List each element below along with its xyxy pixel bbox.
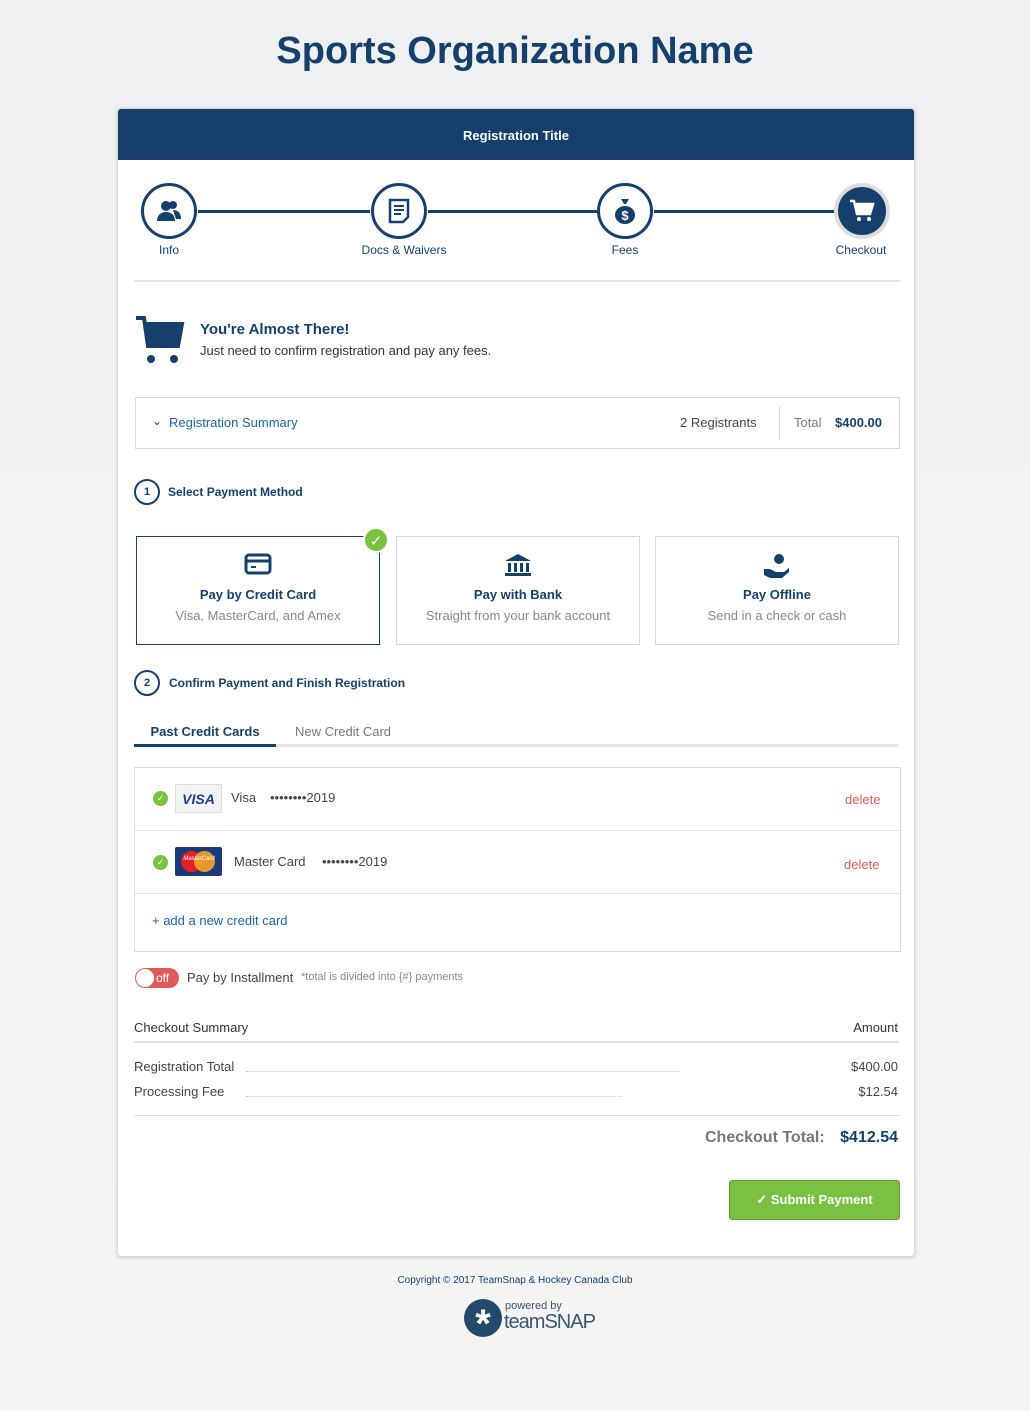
mastercard-logo-text: MasterCard (183, 856, 215, 862)
step-fees[interactable]: $ (597, 183, 653, 239)
svg-text:$: $ (621, 208, 629, 223)
pay-bank-option[interactable]: Pay with Bank Straight from your bank ac… (396, 536, 640, 645)
checkout-total-label: Checkout Total: (705, 1129, 825, 1146)
card-brand: Visa (231, 790, 257, 805)
delete-card-link[interactable]: delete (844, 857, 879, 872)
teamsnap-logo-icon: * (464, 1299, 502, 1346)
divider (134, 280, 900, 282)
teamsnap-brand: teamSNAP (504, 1311, 596, 1333)
installment-label: Pay by Installment (187, 970, 294, 985)
amount-header: Amount (853, 1020, 898, 1035)
leader-dots (246, 1071, 680, 1072)
method-subtitle: Visa, MasterCard, and Amex (175, 608, 341, 623)
step-connector (428, 210, 598, 213)
cart-icon (850, 199, 875, 221)
checkout-summary-title: Checkout Summary (134, 1020, 249, 1035)
checkout-total-value: $412.54 (840, 1129, 898, 1146)
card-brand: Master Card (234, 854, 306, 869)
divider (779, 406, 780, 440)
money-bag-icon: $ (615, 199, 635, 224)
method-subtitle: Send in a check or cash (707, 608, 847, 623)
org-name: Sports Organization Name (276, 30, 754, 72)
installment-note: *total is divided into {#} payments (301, 971, 464, 983)
divider (134, 1041, 899, 1043)
card-number: ••••••••2019 (322, 854, 388, 869)
step-number: 1 (134, 479, 160, 505)
divider (134, 1115, 899, 1116)
step-number: 2 (134, 670, 160, 696)
step-label: Fees (611, 243, 639, 257)
users-icon (157, 201, 181, 221)
row-label: Registration Total (134, 1059, 235, 1074)
chevron-down-icon: ⌄ (152, 414, 163, 428)
copyright: Copyright © 2017 TeamSnap & Hockey Canad… (397, 1275, 633, 1286)
step-connector (198, 210, 370, 213)
method-title: Pay with Bank (473, 587, 563, 602)
toggle-state: off (156, 971, 170, 985)
selected-check-icon: ✓ (363, 527, 389, 553)
tab-new-credit-card[interactable]: New Credit Card (278, 724, 408, 739)
step-connector (654, 210, 836, 213)
registrants-count: 2 Registrants (680, 415, 757, 430)
registration-summary[interactable]: ⌄ Registration Summary 2 Registrants Tot… (135, 397, 900, 449)
saved-cards-list: ✓ VISA Visa ••••••••2019 delete ✓ Master… (134, 767, 901, 952)
pay-offline-option[interactable]: Pay Offline Send in a check or cash (655, 536, 899, 645)
total-value: $400.00 (835, 415, 882, 430)
row-label: Processing Fee (134, 1084, 225, 1099)
intro-title: You're Almost There! (200, 321, 350, 338)
mastercard-logo: MasterCard (175, 847, 222, 876)
check-icon: ✓ (153, 791, 168, 806)
document-icon (388, 198, 410, 224)
section-title: Confirm Payment and Finish Registration (169, 676, 406, 690)
bank-icon (505, 554, 531, 576)
summary-toggle[interactable]: Registration Summary (169, 415, 298, 430)
total-label: Total (794, 415, 822, 430)
row-value: $12.54 (858, 1084, 898, 1099)
step-label: Checkout (835, 243, 887, 257)
check-icon: ✓ (756, 1192, 768, 1207)
step-checkout[interactable] (834, 183, 890, 239)
card-number: ••••••••2019 (270, 790, 336, 805)
registration-card: Registration Title Info Docs & Waivers $… (117, 108, 915, 1257)
method-title: Pay by Credit Card (199, 587, 317, 602)
card-row[interactable]: ✓ VISA Visa ••••••••2019 delete (135, 768, 900, 831)
method-subtitle: Straight from your bank account (425, 608, 611, 623)
cart-icon (136, 316, 185, 363)
card-row[interactable]: ✓ MasterCard Master Card ••••••••2019 de… (135, 831, 900, 894)
check-icon: ✓ (153, 855, 168, 870)
row-value: $400.00 (851, 1059, 898, 1074)
installment-toggle[interactable]: off (135, 968, 179, 988)
visa-logo: VISA (175, 784, 222, 813)
pay-credit-card-option[interactable]: Pay by Credit Card Visa, MasterCard, and… (136, 536, 380, 645)
intro-subtitle: Just need to confirm registration and pa… (200, 343, 492, 358)
step-label: Info (158, 243, 179, 257)
step-info[interactable] (141, 183, 197, 239)
registration-title: Registration Title (118, 109, 914, 160)
step-docs[interactable] (371, 183, 427, 239)
tab-past-credit-cards[interactable]: Past Credit Cards (134, 724, 276, 747)
hand-money-icon (764, 554, 789, 578)
credit-card-icon (244, 553, 272, 575)
section-title: Select Payment Method (168, 485, 303, 499)
leader-dots (246, 1096, 622, 1097)
method-title: Pay Offline (743, 587, 811, 602)
step-label: Docs & Waivers (361, 243, 447, 257)
delete-card-link[interactable]: delete (845, 792, 880, 807)
add-credit-card-link[interactable]: + add a new credit card (152, 913, 288, 928)
submit-label: Submit Payment (770, 1192, 873, 1207)
submit-payment-button[interactable]: ✓ Submit Payment (729, 1180, 900, 1220)
